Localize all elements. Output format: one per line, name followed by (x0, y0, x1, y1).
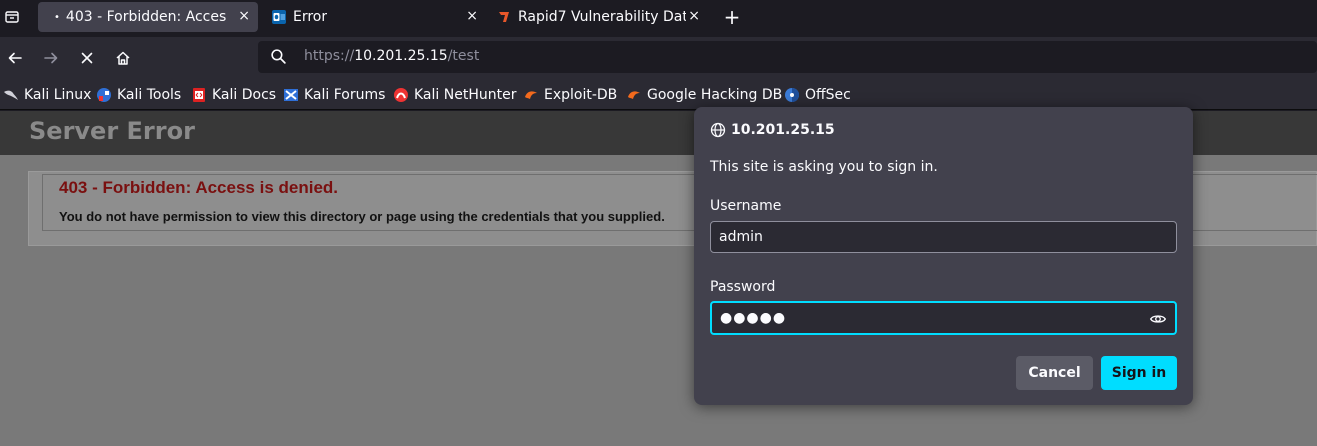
tab-error[interactable]: Error × (262, 2, 486, 32)
tab-list-icon[interactable] (0, 5, 24, 29)
url-scheme: https:// (304, 48, 355, 64)
dialog-host: 10.201.25.15 (710, 122, 835, 138)
bookmark-label: Kali Tools (117, 87, 182, 103)
bookmark-label: Kali Forums (304, 87, 386, 103)
rapid7-icon (496, 9, 512, 25)
password-field[interactable]: ●●●●● (710, 301, 1177, 335)
search-icon (270, 48, 287, 69)
kali-tools-icon (96, 87, 112, 103)
tab-loading-dot: • (54, 11, 60, 23)
bookmark-label: Kali NetHunter (414, 87, 517, 103)
password-mask: ●●●●● (720, 310, 787, 326)
bookmark-offsec[interactable]: OffSec (784, 85, 851, 105)
url-path: /test (447, 48, 480, 64)
bookmark-kali-forums[interactable]: Kali Forums (283, 85, 385, 105)
error-title: 403 - Forbidden: Access is denied. (59, 178, 339, 197)
tab-rapid7[interactable]: Rapid7 Vulnerability Datal × (490, 2, 708, 32)
bookmark-label: Kali Linux (24, 87, 92, 103)
home-icon[interactable] (111, 46, 135, 70)
stop-icon[interactable] (75, 46, 99, 70)
tab-title: Rapid7 Vulnerability Datal (518, 9, 686, 25)
username-label: Username (710, 198, 782, 214)
offsec-icon (784, 87, 800, 103)
tab-close-icon[interactable]: × (688, 8, 700, 24)
forward-icon[interactable] (39, 46, 63, 70)
bookmark-label: Kali Docs (212, 87, 277, 103)
reveal-password-icon[interactable] (1149, 310, 1167, 332)
bookmarks-toolbar: Kali Linux Kali Tools Kali Docs Kali For… (0, 79, 1317, 110)
bookmark-kali-nethunter[interactable]: Kali NetHunter (393, 85, 516, 105)
bookmark-kali-linux[interactable]: Kali Linux (3, 85, 91, 105)
outlook-icon (271, 9, 287, 25)
back-icon[interactable] (3, 46, 27, 70)
tab-close-icon[interactable]: × (466, 8, 478, 24)
tab-403-forbidden[interactable]: • 403 - Forbidden: Access is × (38, 2, 258, 32)
navigation-bar: https://10.201.25.15/test (0, 37, 1317, 79)
dialog-message: This site is asking you to sign in. (710, 159, 938, 175)
tab-close-icon[interactable]: × (238, 8, 250, 24)
url-text: https://10.201.25.15/test (304, 48, 479, 64)
sign-in-button[interactable]: Sign in (1101, 356, 1177, 390)
nethunter-icon (393, 87, 409, 103)
new-tab-button[interactable]: + (720, 5, 744, 29)
tab-title: Error (293, 9, 328, 25)
error-message: You do not have permission to view this … (59, 209, 665, 224)
bookmark-label: Exploit-DB (544, 87, 618, 103)
tab-title: 403 - Forbidden: Access is (65, 9, 226, 25)
url-bar[interactable]: https://10.201.25.15/test (258, 41, 1317, 73)
bookmark-google-hacking-db[interactable]: Google Hacking DB (626, 85, 782, 105)
ghdb-icon (626, 87, 642, 103)
password-label: Password (710, 279, 776, 295)
bookmark-kali-docs[interactable]: Kali Docs (191, 85, 276, 105)
bookmark-kali-tools[interactable]: Kali Tools (96, 85, 181, 105)
cancel-button[interactable]: Cancel (1016, 356, 1093, 390)
bookmark-label: OffSec (805, 87, 851, 103)
sign-in-dialog: 10.201.25.15 This site is asking you to … (694, 107, 1193, 405)
bookmark-label: Google Hacking DB (647, 87, 783, 103)
dialog-host-text: 10.201.25.15 (731, 122, 835, 138)
url-host: 10.201.25.15 (354, 48, 448, 64)
globe-icon (710, 122, 726, 138)
kali-forums-icon (283, 87, 299, 103)
username-value: admin (719, 229, 763, 245)
page-title: Server Error (29, 117, 195, 145)
kali-dragon-icon (3, 87, 19, 103)
exploit-db-icon (523, 87, 539, 103)
kali-docs-icon (191, 87, 207, 103)
tab-bar: • 403 - Forbidden: Access is × Error × R… (0, 0, 1317, 37)
username-field[interactable]: admin (710, 221, 1177, 253)
bookmark-exploit-db[interactable]: Exploit-DB (523, 85, 617, 105)
